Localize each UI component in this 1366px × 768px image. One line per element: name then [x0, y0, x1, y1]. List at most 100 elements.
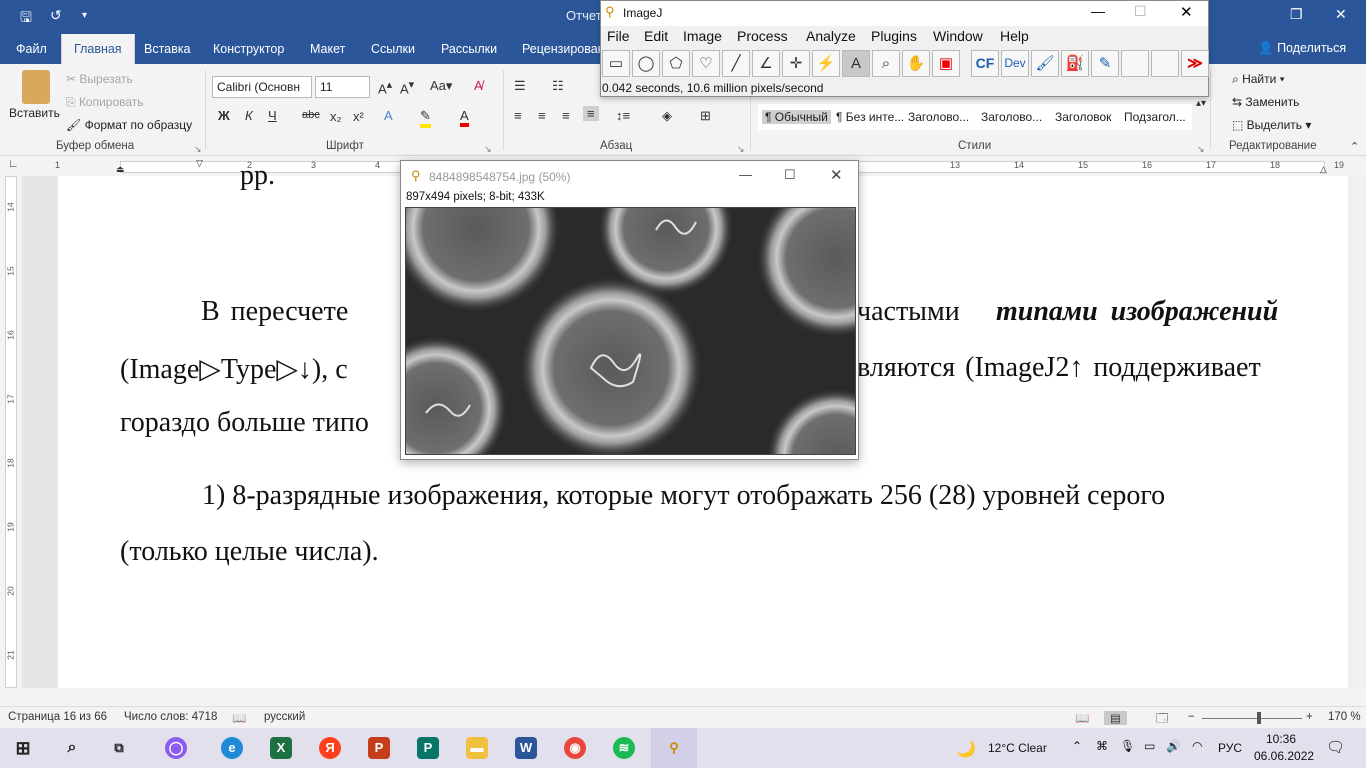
tab-home[interactable]: Главная	[61, 34, 135, 64]
rectangle-tool-icon[interactable]: ▭	[602, 50, 630, 77]
menu-help[interactable]: Help	[1000, 28, 1029, 44]
image-canvas[interactable]	[405, 207, 856, 455]
line-tool-icon[interactable]: ╱	[722, 50, 750, 77]
spotify-icon[interactable]: ≋	[613, 737, 635, 759]
subscript-icon[interactable]: x₂	[330, 109, 342, 124]
tab-references[interactable]: Ссылки	[371, 42, 415, 56]
styles-scroll-icon[interactable]: ▴▾	[1196, 98, 1206, 109]
pencil-tool-icon[interactable]: ✎	[1091, 50, 1119, 77]
replace-button[interactable]: ⇆ Заменить	[1232, 95, 1299, 109]
underline-icon[interactable]: Ч	[268, 108, 277, 123]
font-name-input[interactable]: Calibri (Основн	[212, 76, 312, 98]
color-picker-icon[interactable]: ▣	[932, 50, 960, 77]
grow-font-icon[interactable]: A▴	[378, 78, 392, 96]
read-mode-icon[interactable]: 📖	[1075, 711, 1089, 725]
style-title[interactable]: Заголовок	[1055, 110, 1111, 124]
paste-icon[interactable]	[22, 70, 50, 104]
zoom-slider[interactable]	[1202, 718, 1302, 719]
clipboard-launcher-icon[interactable]: ↘	[194, 144, 202, 155]
print-layout-icon[interactable]: ▤	[1104, 711, 1127, 725]
first-line-indent-icon[interactable]: ▽	[196, 158, 203, 169]
menu-image[interactable]: Image	[683, 28, 722, 44]
indent-marker-icon[interactable]: ⏏	[116, 164, 125, 175]
format-painter-button[interactable]: 🖌 Формат по образцу	[66, 118, 192, 132]
zoom-in-icon[interactable]: +	[1306, 711, 1313, 723]
tab-review[interactable]: Рецензирован	[522, 42, 605, 56]
font-size-input[interactable]: 11	[315, 76, 370, 98]
collapse-ribbon-icon[interactable]: ⌃	[1350, 140, 1359, 153]
edge-icon[interactable]: e	[221, 737, 243, 759]
paste-button[interactable]: Вставить	[9, 106, 60, 120]
close-icon[interactable]: ✕	[830, 166, 843, 184]
share-button[interactable]: 👤 Поделиться	[1258, 41, 1346, 56]
tab-selector-icon[interactable]: ∟	[8, 158, 19, 170]
image-window[interactable]: ⚲ 8484898548754.jpg (50%) — ☐ ✕ 897x494 …	[400, 160, 859, 460]
input-language[interactable]: РУС	[1218, 741, 1242, 755]
shading-icon[interactable]: ◈	[662, 108, 672, 124]
italic-icon[interactable]: К	[245, 108, 253, 123]
brush-tool-icon[interactable]: 🖌	[1031, 50, 1059, 77]
zoom-level[interactable]: 170 %	[1328, 711, 1361, 723]
copy-button[interactable]: ⎘ Копировать	[66, 95, 144, 110]
change-case-icon[interactable]: Aa▾	[430, 78, 452, 94]
cf-tool-icon[interactable]: CF	[971, 50, 999, 77]
zoom-out-icon[interactable]: −	[1188, 711, 1195, 723]
yandex-icon[interactable]: Я	[319, 737, 341, 759]
close-icon[interactable]: ✕	[1335, 6, 1347, 23]
shrink-font-icon[interactable]: A▾	[400, 78, 414, 96]
tab-insert[interactable]: Вставка	[144, 42, 190, 56]
menu-file[interactable]: File	[607, 28, 630, 44]
line-spacing-icon[interactable]: ↕≡	[616, 108, 630, 123]
word-count[interactable]: Число слов: 4718	[124, 711, 217, 723]
borders-icon[interactable]: ⊞	[700, 108, 711, 124]
menu-process[interactable]: Process	[737, 28, 788, 44]
menu-analyze[interactable]: Analyze	[806, 28, 856, 44]
clock-time[interactable]: 10:36	[1266, 732, 1296, 746]
align-left-icon[interactable]: ≡	[514, 108, 522, 123]
vertical-scrollbar[interactable]	[1348, 176, 1366, 688]
style-subtitle[interactable]: Подзагол...	[1124, 110, 1186, 124]
find-button[interactable]: ⌕ Найти ▾	[1232, 72, 1285, 87]
magnifier-tool-icon[interactable]: ⌕	[872, 50, 900, 77]
save-icon[interactable]: 🖫	[20, 7, 32, 31]
clock-date[interactable]: 06.06.2022	[1254, 749, 1314, 763]
font-launcher-icon[interactable]: ↘	[484, 144, 492, 155]
restore-icon[interactable]: ❐	[1290, 6, 1303, 23]
close-icon[interactable]: ✕	[1180, 3, 1193, 21]
text-tool-icon[interactable]: A	[842, 50, 870, 77]
maximize-icon[interactable]: ☐	[1134, 3, 1147, 20]
highlight-icon[interactable]: ✎	[420, 108, 431, 128]
minimize-icon[interactable]: —	[1091, 3, 1105, 19]
weather-text[interactable]: 12°C Clear	[988, 741, 1047, 755]
oval-tool-icon[interactable]: ◯	[632, 50, 660, 77]
strikethrough-icon[interactable]: abc	[302, 109, 320, 121]
bold-icon[interactable]: Ж	[218, 108, 230, 123]
polygon-tool-icon[interactable]: ⬠	[662, 50, 690, 77]
chevron-up-icon[interactable]: ⌃	[1072, 739, 1082, 753]
paragraph-launcher-icon[interactable]: ↘	[737, 144, 745, 155]
point-tool-icon[interactable]: ✛	[782, 50, 810, 77]
maximize-icon[interactable]: ☐	[784, 167, 796, 183]
align-right-icon[interactable]: ≡	[562, 108, 570, 123]
microphone-icon[interactable]: 🎙	[1120, 739, 1135, 753]
imagej-taskbar-item[interactable]: ⚲	[651, 728, 697, 768]
alice-icon[interactable]: ◯	[165, 737, 187, 759]
menu-window[interactable]: Window	[933, 28, 983, 44]
search-icon[interactable]: ⌕	[61, 737, 83, 759]
style-no-spacing[interactable]: ¶ Без инте...	[836, 110, 904, 124]
minimize-icon[interactable]: —	[739, 167, 752, 182]
style-heading2[interactable]: Заголово...	[981, 110, 1042, 124]
styles-launcher-icon[interactable]: ↘	[1197, 144, 1205, 155]
text-effects-icon[interactable]: A	[384, 108, 393, 123]
start-icon[interactable]: ⊞	[12, 737, 34, 759]
empty-tool-slot[interactable]	[1121, 50, 1149, 77]
page-count[interactable]: Страница 16 из 66	[8, 711, 107, 723]
notifications-icon[interactable]: 🗨	[1326, 738, 1345, 756]
chrome-icon[interactable]: ◉	[564, 737, 586, 759]
tab-design[interactable]: Конструктор	[213, 42, 284, 56]
menu-plugins[interactable]: Plugins	[871, 28, 917, 44]
wifi-icon[interactable]: ◠	[1192, 739, 1202, 753]
more-tools-icon[interactable]: ≫	[1181, 50, 1209, 77]
style-normal[interactable]: ¶ Обычный	[762, 110, 831, 124]
powerpoint-icon[interactable]: P	[368, 737, 390, 759]
